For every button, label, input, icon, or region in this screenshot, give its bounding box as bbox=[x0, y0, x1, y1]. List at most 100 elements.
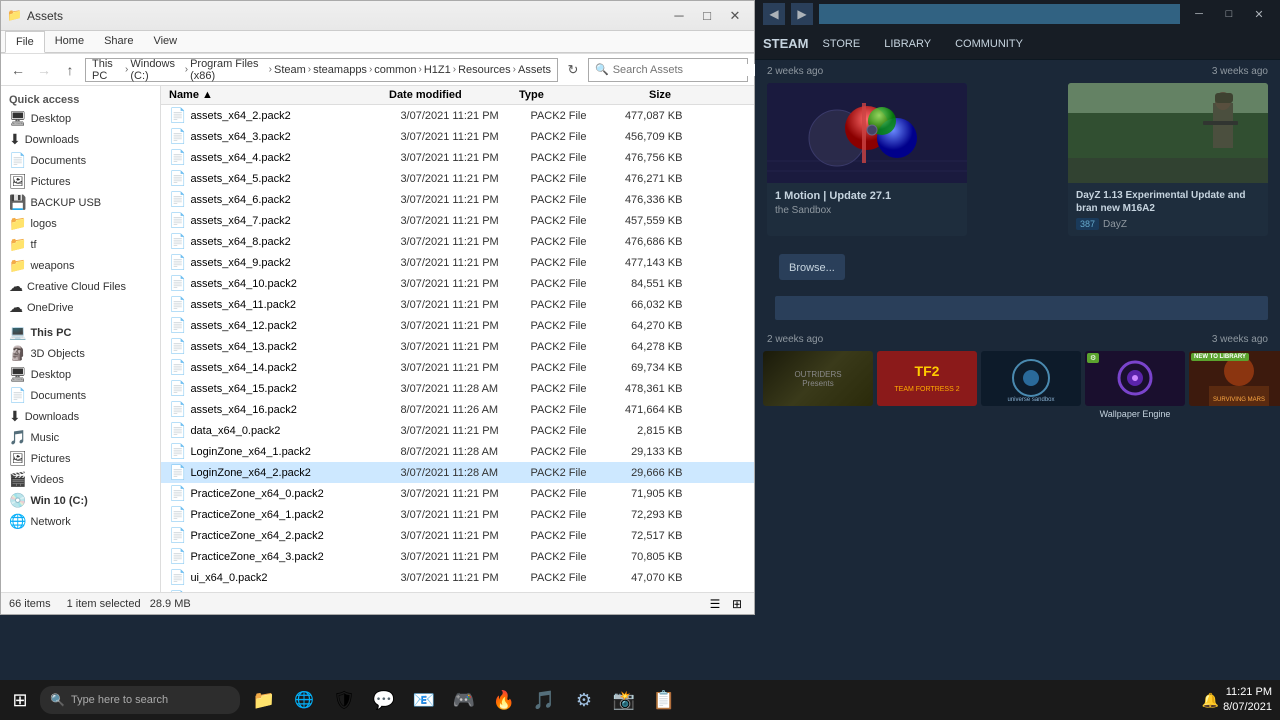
steam-forward-button[interactable]: ▶ bbox=[791, 3, 813, 25]
table-row[interactable]: 📄 assets_x64_16.pack2 8/07/2021 11:26 AM… bbox=[161, 399, 754, 420]
refresh-button[interactable]: ↻ bbox=[562, 59, 584, 81]
search-input[interactable] bbox=[613, 64, 755, 76]
col-date-header[interactable]: Date modified bbox=[389, 89, 519, 101]
table-row[interactable]: 📄 assets_x64_3.pack2 3/07/2021 11:21 PM … bbox=[161, 126, 754, 147]
table-row[interactable]: 📄 data_x64_0.pack2 3/07/2021 11:21 PM PA… bbox=[161, 420, 754, 441]
game-card-surviving-mars[interactable]: SURVIVING MARS NEW TO LIBRARY bbox=[1189, 351, 1280, 419]
sidebar-item-music[interactable]: 🎵Music bbox=[1, 427, 160, 448]
sidebar-item-pictures[interactable]: 🖼Pictures bbox=[1, 171, 160, 192]
ribbon-tab-share[interactable]: Share bbox=[94, 31, 143, 52]
taskbar-app-music[interactable]: 🎵 bbox=[524, 680, 564, 720]
taskbar-app-discord[interactable]: 💬 bbox=[364, 680, 404, 720]
steam-url-input[interactable] bbox=[819, 4, 1180, 24]
sidebar-item-onedrive[interactable]: ☁OneDrive bbox=[1, 297, 160, 318]
table-row[interactable]: 📄 assets_x64_2.pack2 3/07/2021 11:21 PM … bbox=[161, 105, 754, 126]
game-card-tf2[interactable]: TF2 TEAM FORTRESS 2 bbox=[877, 351, 977, 419]
sidebar-item-desktop2[interactable]: 🖥Desktop bbox=[1, 364, 160, 385]
activity-card-2[interactable]: DayZ 1.13 Experimental Update and bran n… bbox=[1068, 83, 1268, 236]
table-row[interactable]: 📄 assets_x64_11.pack2 3/07/2021 11:21 PM… bbox=[161, 294, 754, 315]
sidebar-item-thispc[interactable]: 💻This PC bbox=[1, 322, 160, 343]
address-path[interactable]: This PC › Windows (C:) › Program Files (… bbox=[85, 58, 558, 82]
maximize-button[interactable]: □ bbox=[694, 5, 720, 27]
sidebar-item-creative-cloud[interactable]: ☁Creative Cloud Files bbox=[1, 276, 160, 297]
table-row[interactable]: 📄 LoginZone_x64_2.pack2 3/07/2021 11:28 … bbox=[161, 462, 754, 483]
table-row[interactable]: 📄 PracticeZone_x64_0.pack2 3/07/2021 11:… bbox=[161, 483, 754, 504]
search-box[interactable]: 🔍 bbox=[588, 58, 748, 82]
table-row[interactable]: 📄 assets_x64_10.pack2 3/07/2021 11:21 PM… bbox=[161, 273, 754, 294]
ribbon-tab-view[interactable]: View bbox=[143, 31, 187, 52]
minimize-button[interactable]: ─ bbox=[666, 5, 692, 27]
taskbar-search[interactable]: 🔍 Type here to search bbox=[40, 686, 240, 714]
table-row[interactable]: 📄 assets_x64_13.pack2 3/07/2021 11:21 PM… bbox=[161, 336, 754, 357]
table-row[interactable]: 📄 LoginZone_x64_1.pack2 8/07/2021 11:28 … bbox=[161, 441, 754, 462]
table-row[interactable]: 📄 assets_x64_12.pack2 3/07/2021 11:21 PM… bbox=[161, 315, 754, 336]
ribbon-tab-file[interactable]: File bbox=[5, 31, 45, 53]
taskbar-app-extra2[interactable]: 📋 bbox=[644, 680, 684, 720]
col-name-header[interactable]: Name ▲ bbox=[169, 89, 389, 101]
taskbar-app-steam[interactable]: ⚙ bbox=[564, 680, 604, 720]
taskbar-app-fire[interactable]: 🔥 bbox=[484, 680, 524, 720]
activity-card-1[interactable]: 1 Motion | Update 27.1 the Sandbox bbox=[767, 83, 967, 236]
steam-link-store[interactable]: STORE bbox=[817, 34, 867, 54]
steam-close-button[interactable]: ✕ bbox=[1246, 3, 1272, 25]
sidebar-item-logos[interactable]: 📁logos bbox=[1, 213, 160, 234]
sidebar-item-weapons[interactable]: 📁weapons bbox=[1, 255, 160, 276]
wallpaper-engine-badge: ⚙ bbox=[1087, 353, 1099, 363]
sidebar-item-documents[interactable]: 📄Documents bbox=[1, 150, 160, 171]
ribbon-tab-home[interactable]: Home bbox=[45, 31, 94, 52]
forward-button[interactable]: → bbox=[33, 59, 55, 81]
sidebar-item-documents2[interactable]: 📄Documents bbox=[1, 385, 160, 406]
game-card-wallpaper-engine[interactable]: ⚙ Wallpaper Engine bbox=[1085, 351, 1185, 419]
table-row[interactable]: 📄 assets_x64_7.pack2 3/07/2021 11:21 PM … bbox=[161, 210, 754, 231]
start-button[interactable]: ⊞ bbox=[0, 680, 40, 720]
table-row[interactable]: 📄 PracticeZone_x64_3.pack2 3/07/2021 11:… bbox=[161, 546, 754, 567]
taskbar-app-mail[interactable]: 📧 bbox=[404, 680, 444, 720]
steam-minimize-button[interactable]: ─ bbox=[1186, 3, 1212, 25]
file-type-cell: PACK2 File bbox=[530, 110, 610, 122]
game-card-universe[interactable]: universe sandbox bbox=[981, 351, 1081, 419]
sidebar-item-network[interactable]: 🌐Network bbox=[1, 511, 160, 532]
steam-link-library[interactable]: LIBRARY bbox=[878, 34, 937, 54]
steam-back-button[interactable]: ◀ bbox=[763, 3, 785, 25]
grid-view-button[interactable]: ⊞ bbox=[728, 595, 746, 613]
table-row[interactable]: 📄 PracticeZone_x64_2.pack2 3/07/2021 11:… bbox=[161, 525, 754, 546]
file-name-cell: assets_x64_2.pack2 bbox=[190, 110, 400, 122]
details-view-button[interactable]: ☰ bbox=[706, 595, 724, 613]
table-row[interactable]: 📄 assets_x64_14.pack2 3/07/2021 11:21 PM… bbox=[161, 357, 754, 378]
taskbar-app-game[interactable]: 🎮 bbox=[444, 680, 484, 720]
game-card-outriders[interactable]: OUTRIDERSPresents bbox=[763, 351, 873, 419]
taskbar-app-shield[interactable]: 🛡 bbox=[324, 680, 364, 720]
back-button[interactable]: ← bbox=[7, 59, 29, 81]
steam-input-field2[interactable] bbox=[775, 296, 1268, 320]
taskbar-app-chrome[interactable]: 🌐 bbox=[284, 680, 324, 720]
sidebar-item-pictures2[interactable]: 🖼Pictures bbox=[1, 448, 160, 469]
sidebar-item-tf[interactable]: 📁tf bbox=[1, 234, 160, 255]
taskbar-app-explorer[interactable]: 📁 bbox=[244, 680, 284, 720]
sidebar-item-desktop[interactable]: 🖥Desktop bbox=[1, 108, 160, 129]
table-row[interactable]: 📄 PracticeZone_x64_1.pack2 3/07/2021 11:… bbox=[161, 504, 754, 525]
sidebar-item-backup[interactable]: 💾BACKUP USB bbox=[1, 192, 160, 213]
table-row[interactable]: 📄 assets_x64_15.pack2 3/07/2021 11:28 AM… bbox=[161, 378, 754, 399]
sidebar-item-videos[interactable]: 🎬Videos bbox=[1, 469, 160, 490]
sidebar-item-downloads2[interactable]: ⬇Downloads bbox=[1, 406, 160, 427]
table-row[interactable]: 📄 assets_x64_5.pack2 3/07/2021 11:21 PM … bbox=[161, 168, 754, 189]
sidebar-item-3dobjects[interactable]: 🗿3D Objects bbox=[1, 343, 160, 364]
sidebar-item-downloads[interactable]: ⬇Downloads bbox=[1, 129, 160, 150]
table-row[interactable]: 📄 ui_x64_0.pack2 3/07/2021 11:21 PM PACK… bbox=[161, 567, 754, 588]
up-button[interactable]: ↑ bbox=[59, 59, 81, 81]
table-row[interactable]: 📄 assets_x64_4.pack2 3/07/2021 11:21 PM … bbox=[161, 147, 754, 168]
table-row[interactable]: 📄 assets_x64_9.pack2 3/07/2021 11:21 PM … bbox=[161, 252, 754, 273]
table-row[interactable]: 📄 assets_x64_6.pack2 3/07/2021 11:21 PM … bbox=[161, 189, 754, 210]
close-button[interactable]: ✕ bbox=[722, 5, 748, 27]
col-type-header[interactable]: Type bbox=[519, 89, 599, 101]
time-label4: 3 weeks ago bbox=[1212, 334, 1268, 345]
taskbar-app-extra1[interactable]: 📸 bbox=[604, 680, 644, 720]
steam-link-community[interactable]: COMMUNITY bbox=[949, 34, 1029, 54]
col-size-header[interactable]: Size bbox=[599, 89, 679, 101]
steam-nav-links: STORE LIBRARY COMMUNITY bbox=[817, 34, 1029, 54]
browse-button[interactable]: Browse... bbox=[779, 254, 845, 280]
sidebar-item-c-drive[interactable]: 💿Win 10 (C:) bbox=[1, 490, 160, 511]
steam-maximize-button[interactable]: □ bbox=[1216, 3, 1242, 25]
table-row[interactable]: 📄 assets_x64_8.pack2 3/07/2021 11:21 PM … bbox=[161, 231, 754, 252]
mail-icon: 📧 bbox=[413, 690, 435, 711]
